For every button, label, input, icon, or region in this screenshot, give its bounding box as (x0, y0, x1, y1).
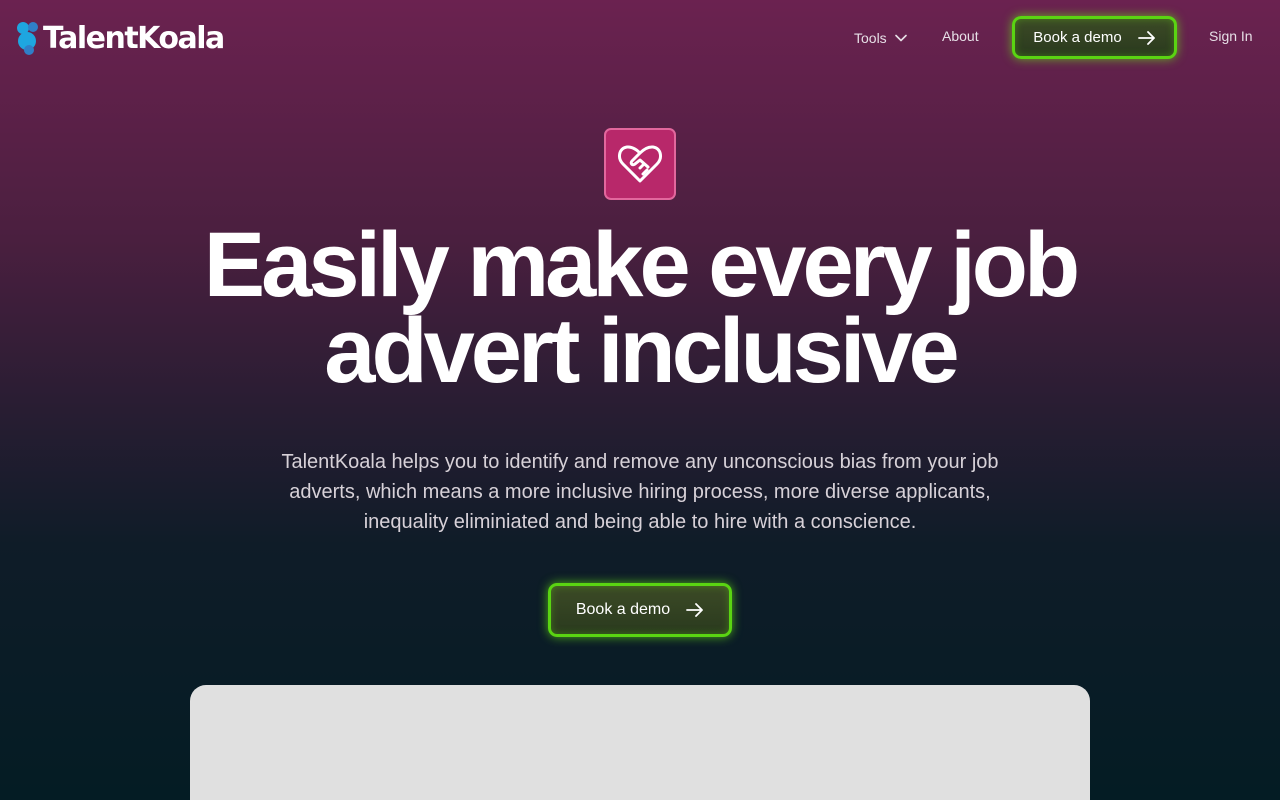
book-demo-nav-button[interactable]: Book a demo (1012, 16, 1177, 59)
site-header: TalentKoala Tools About Book a demo Sign… (0, 0, 1280, 76)
chevron-down-icon (894, 34, 907, 42)
koala-logo-icon (17, 22, 38, 55)
book-demo-nav-label: Book a demo (1033, 29, 1122, 46)
brand-name: TalentKoala (43, 20, 225, 56)
brand-logo[interactable]: TalentKoala (16, 18, 225, 58)
book-demo-hero-button[interactable]: Book a demo (548, 583, 732, 637)
product-preview-card (190, 685, 1090, 800)
hero-subheadline: TalentKoala helps you to identify and re… (281, 451, 999, 533)
sign-in-link[interactable]: Sign In (1209, 28, 1253, 44)
nav-tools-label: Tools (854, 30, 887, 46)
arrow-right-icon (686, 603, 704, 617)
book-demo-hero-label: Book a demo (575, 601, 671, 618)
hero-headline: Easily make every job advert inclusive (203, 214, 1080, 402)
nav-tools-dropdown[interactable]: Tools (854, 28, 907, 48)
heart-handshake-icon (604, 128, 676, 200)
arrow-right-icon (1137, 30, 1155, 45)
nav-about-link[interactable]: About (942, 28, 979, 44)
